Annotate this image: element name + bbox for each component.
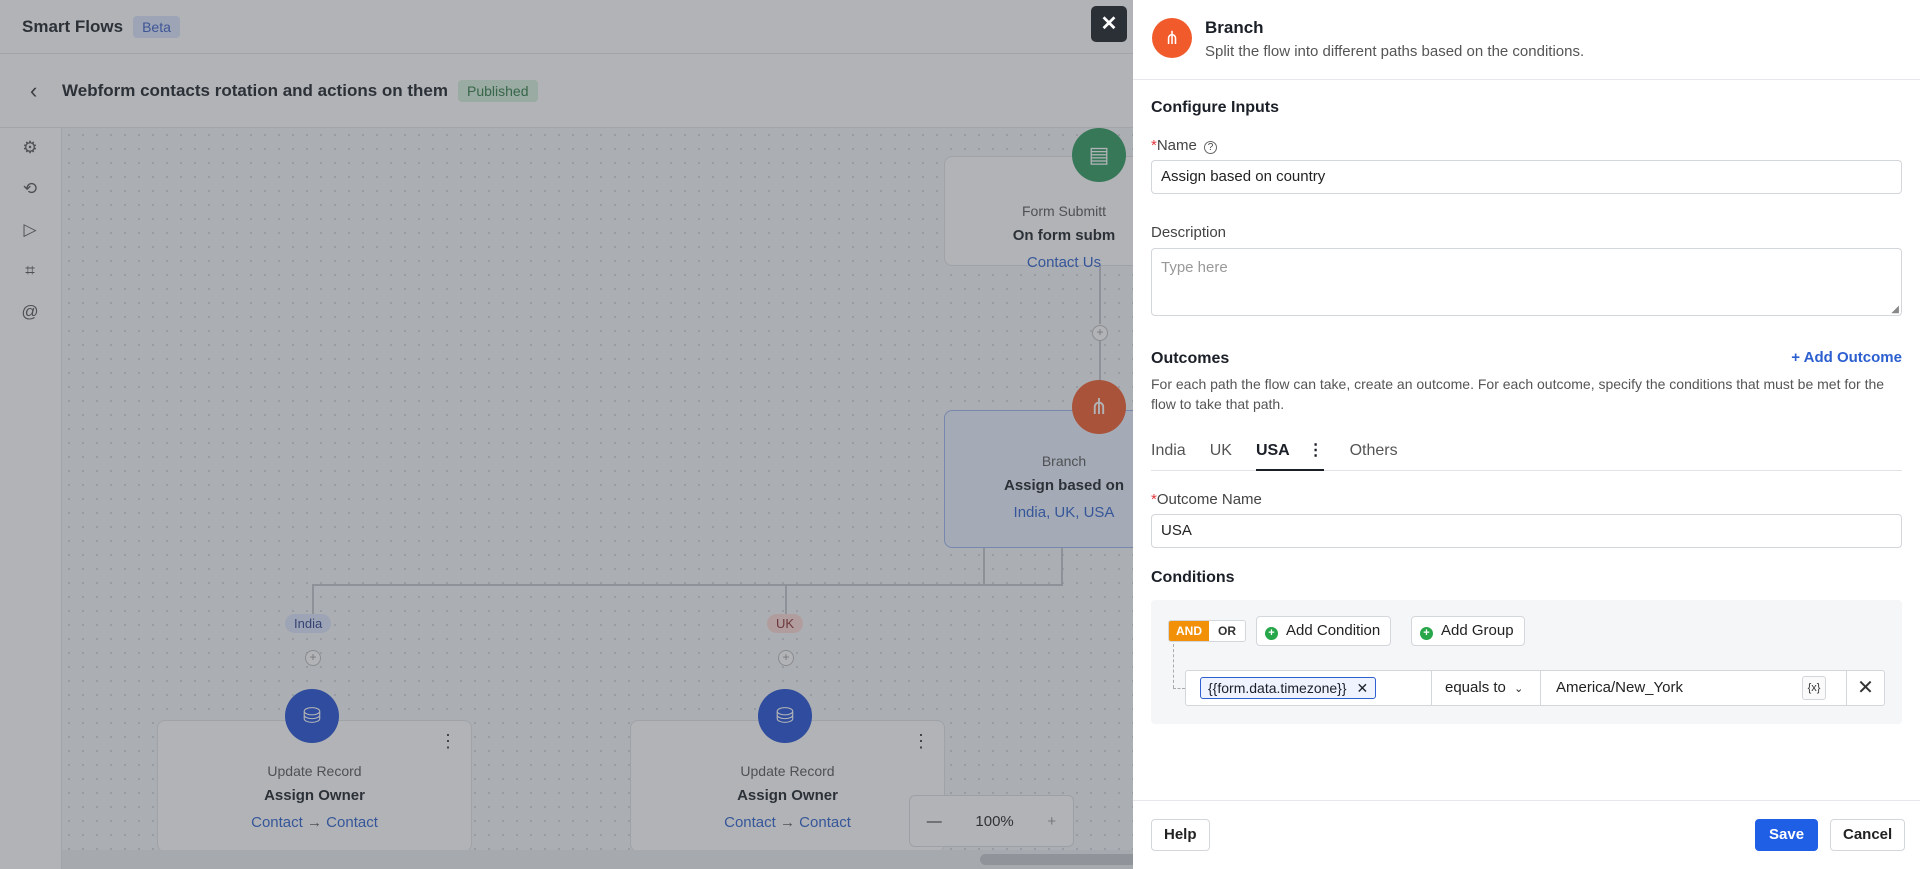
variable-chip[interactable]: {{form.data.timezone}} ✕ [1200,677,1377,699]
name-field[interactable]: Assign based on country [1151,160,1902,194]
panel-header: ⋔ Branch Split the flow into different p… [1133,0,1920,80]
remove-variable-icon[interactable]: ✕ [1356,680,1368,696]
outcomes-help-text: For each path the flow can take, create … [1151,376,1885,412]
panel-title: Branch [1205,18,1264,37]
save-button[interactable]: Save [1755,819,1819,851]
description-placeholder: Type here [1161,259,1228,276]
condition-value[interactable]: America/New_York [1556,671,1683,705]
conditions-group: AND OR + Add Condition + Add Group {{form.… [1151,600,1902,724]
description-field[interactable]: Type here ◢ [1151,248,1902,316]
help-button[interactable]: Help [1151,819,1210,851]
logic-toggle[interactable]: AND OR [1168,620,1246,642]
outcome-tabs: India UK USA ⋮ Others [1151,431,1902,471]
outcome-name-field[interactable]: USA [1151,514,1902,548]
tab-others[interactable]: Others [1350,431,1398,471]
conditions-heading: Conditions [1151,569,1235,586]
add-circle-icon: + [1265,627,1278,640]
help-circle-icon[interactable]: ? [1204,141,1218,154]
branch-config-panel: ⋔ Branch Split the flow into different p… [1133,0,1920,869]
add-outcome-button[interactable]: + Add Outcome [1791,349,1902,366]
tab-uk[interactable]: UK [1210,431,1232,471]
resize-handle-icon[interactable]: ◢ [1891,304,1899,315]
add-condition-button[interactable]: + Add Condition [1256,616,1392,646]
or-toggle[interactable]: OR [1209,621,1245,641]
tab-usa[interactable]: USA ⋮ [1255,431,1324,471]
outcomes-heading: Outcomes [1151,350,1230,367]
plus-icon: + [1791,349,1801,366]
tree-connector [1173,644,1174,688]
panel-footer: Help Save Cancel [1133,800,1920,869]
close-panel-button[interactable]: ✕ [1091,6,1127,42]
description-label: Description [1151,224,1227,241]
cancel-button[interactable]: Cancel [1830,819,1906,851]
add-group-button[interactable]: + Add Group [1411,616,1525,646]
tab-more-options-icon[interactable]: ⋮ [1308,442,1324,459]
remove-condition-icon[interactable]: ✕ [1846,671,1884,705]
tab-india[interactable]: India [1151,431,1186,471]
panel-description: Split the flow into different paths base… [1205,43,1585,60]
branch-icon: ⋔ [1152,18,1192,58]
and-toggle[interactable]: AND [1169,621,1209,641]
add-circle-icon: + [1420,627,1433,640]
outcome-name-label: *Outcome Name [1151,491,1262,508]
condition-row: {{form.data.timezone}} ✕ equals to ⌄ Ame… [1185,670,1885,706]
tree-connector [1173,688,1185,689]
variable-insert-icon[interactable]: {x} [1802,676,1826,700]
operator-select[interactable]: equals to ⌄ [1431,671,1541,705]
configure-inputs-heading: Configure Inputs [1151,99,1279,116]
chevron-down-icon: ⌄ [1514,683,1524,695]
name-label: *Name ? [1151,137,1218,154]
